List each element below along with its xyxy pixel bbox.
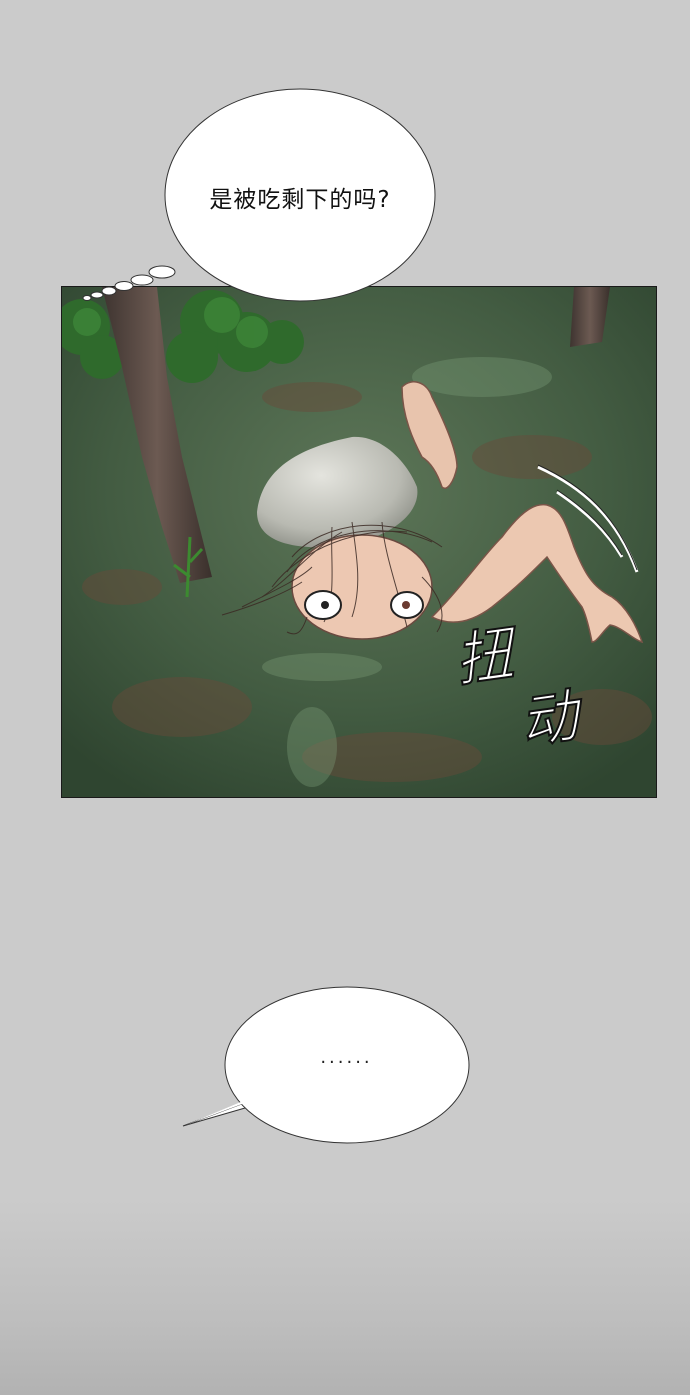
sound-effect-char-1: 扭 (450, 618, 519, 695)
comic-page: 是被吃剩下的吗? 扭 动 ...... (0, 0, 690, 1395)
thought-bubble-text: 是被吃剩下的吗? (209, 187, 391, 213)
sound-effect-char-2: 动 (515, 680, 584, 757)
speech-bubble (182, 986, 470, 1144)
speech-bubble-text: ...... (320, 1047, 373, 1068)
thought-bubble (82, 88, 436, 302)
